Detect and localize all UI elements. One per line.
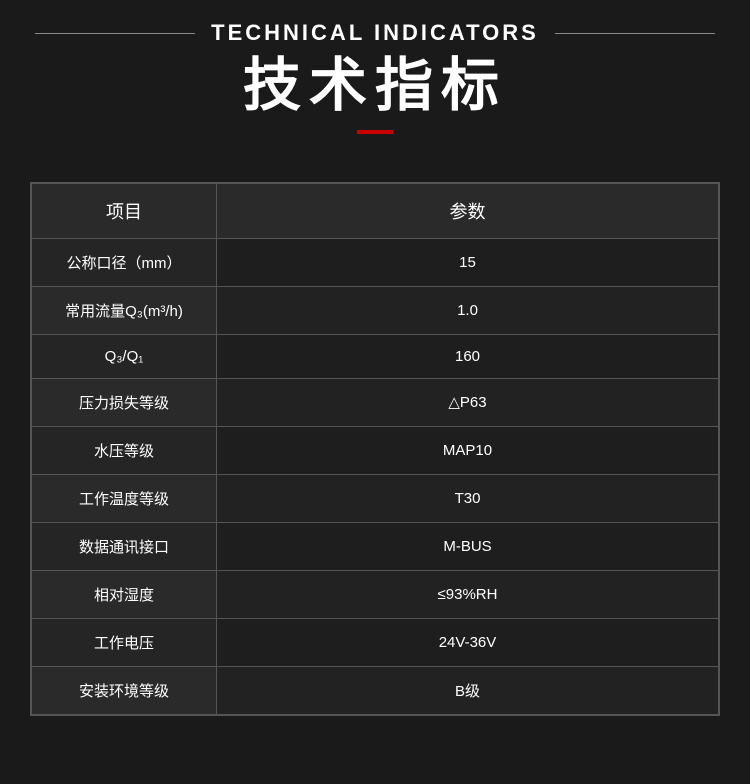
- cell-param: T30: [217, 474, 719, 522]
- cell-param: 1.0: [217, 286, 719, 334]
- cell-item: 压力损失等级: [32, 378, 217, 426]
- cell-param: 15: [217, 238, 719, 286]
- table-row: 常用流量Q₃(m³/h)1.0: [32, 286, 719, 334]
- cell-item: 安装环境等级: [32, 666, 217, 714]
- cell-item: 水压等级: [32, 426, 217, 474]
- table-row: 安装环境等级B级: [32, 666, 719, 714]
- title-chinese: 技术指标: [30, 54, 720, 118]
- cell-param: M-BUS: [217, 522, 719, 570]
- header-section: TECHNICAL INDICATORS 技术指标: [30, 20, 720, 162]
- cell-param: 24V-36V: [217, 618, 719, 666]
- title-en-wrapper: TECHNICAL INDICATORS: [30, 20, 720, 46]
- col-header-param: 参数: [217, 183, 719, 238]
- table-row: 工作温度等级T30: [32, 474, 719, 522]
- cell-param: 160: [217, 334, 719, 378]
- table-row: 工作电压24V-36V: [32, 618, 719, 666]
- title-line-right: [555, 33, 715, 34]
- cell-item: Q₃/Q₁: [32, 334, 217, 378]
- cell-param: B级: [217, 666, 719, 714]
- cell-item: 公称口径（mm）: [32, 238, 217, 286]
- cell-item: 工作电压: [32, 618, 217, 666]
- cell-item: 工作温度等级: [32, 474, 217, 522]
- indicators-table-container: 项目 参数 公称口径（mm）15常用流量Q₃(m³/h)1.0Q₃/Q₁160压…: [30, 182, 720, 716]
- cell-item: 相对湿度: [32, 570, 217, 618]
- table-row: 水压等级MAP10: [32, 426, 719, 474]
- indicators-table: 项目 参数 公称口径（mm）15常用流量Q₃(m³/h)1.0Q₃/Q₁160压…: [31, 183, 719, 715]
- cell-item: 常用流量Q₃(m³/h): [32, 286, 217, 334]
- table-body: 公称口径（mm）15常用流量Q₃(m³/h)1.0Q₃/Q₁160压力损失等级△…: [32, 238, 719, 714]
- table-row: Q₃/Q₁160: [32, 334, 719, 378]
- table-row: 相对湿度≤93%RH: [32, 570, 719, 618]
- cell-param: ≤93%RH: [217, 570, 719, 618]
- red-accent-bar: [357, 130, 393, 134]
- title-line-left: [35, 33, 195, 34]
- cell-param: MAP10: [217, 426, 719, 474]
- table-row: 公称口径（mm）15: [32, 238, 719, 286]
- table-row: 压力损失等级△P63: [32, 378, 719, 426]
- cell-item: 数据通讯接口: [32, 522, 217, 570]
- title-english: TECHNICAL INDICATORS: [211, 20, 539, 46]
- col-header-item: 项目: [32, 183, 217, 238]
- table-header-row: 项目 参数: [32, 183, 719, 238]
- table-row: 数据通讯接口M-BUS: [32, 522, 719, 570]
- cell-param: △P63: [217, 378, 719, 426]
